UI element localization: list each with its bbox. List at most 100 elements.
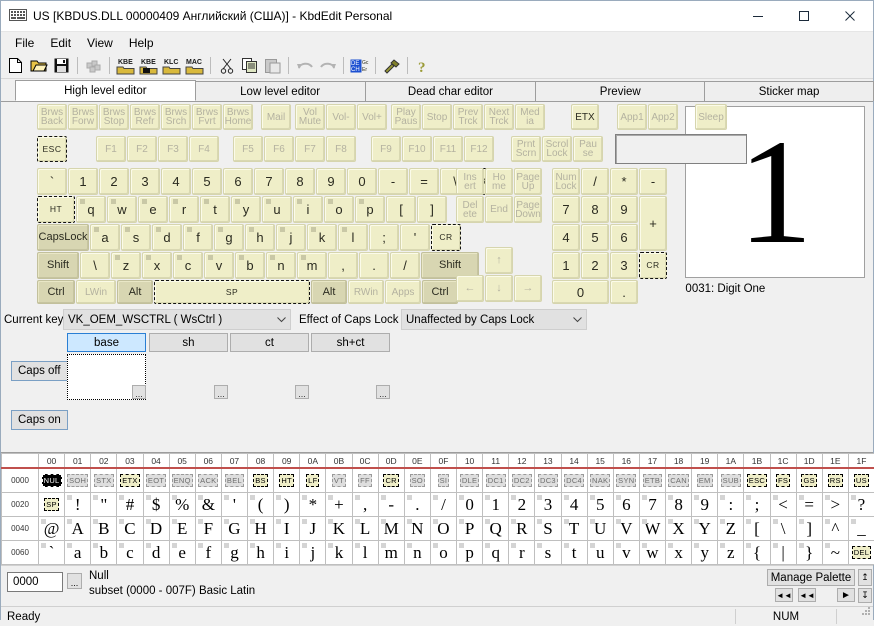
slot-browse-sh-ct[interactable]: ...: [376, 385, 390, 399]
charmap-cell[interactable]: O: [430, 517, 456, 541]
charmap-cell[interactable]: SO: [404, 468, 430, 493]
key-[interactable]: ;: [369, 224, 399, 251]
charmap-cell[interactable]: DC1: [483, 468, 509, 493]
charmap-cell[interactable]: SI: [430, 468, 456, 493]
charmap-cell[interactable]: N: [404, 517, 430, 541]
tab-preview[interactable]: Preview: [535, 81, 705, 101]
slot-browse-ct[interactable]: ...: [295, 385, 309, 399]
charmap-cell[interactable]: ESC: [744, 468, 770, 493]
key-[interactable]: ←: [456, 275, 484, 302]
key-8[interactable]: 8: [285, 168, 315, 195]
key-[interactable]: *: [610, 168, 638, 195]
key-c[interactable]: c: [173, 252, 203, 279]
key-5[interactable]: 5: [192, 168, 222, 195]
charmap-cell[interactable]: K: [326, 517, 352, 541]
charmap-cell[interactable]: >: [822, 493, 848, 517]
key-b[interactable]: b: [235, 252, 265, 279]
key-f8[interactable]: F8: [326, 136, 356, 162]
charmap-cell[interactable]: ETB: [639, 468, 665, 493]
charmap-cell[interactable]: x: [666, 541, 692, 565]
key-[interactable]: .: [610, 280, 638, 304]
key-[interactable]: [: [386, 196, 416, 223]
key-num[interactable]: NumLock: [552, 168, 580, 195]
new-file-icon[interactable]: [4, 55, 27, 77]
key-f7[interactable]: F7: [295, 136, 325, 162]
charmap-cell[interactable]: $: [143, 493, 169, 517]
charmap-cell[interactable]: @: [39, 517, 65, 541]
charmap-cell[interactable]: U: [587, 517, 613, 541]
charmap-cell[interactable]: SP: [39, 493, 65, 517]
kbe-save-icon[interactable]: KBE: [137, 55, 160, 77]
key-[interactable]: ↓: [485, 275, 513, 302]
key-ctrl[interactable]: Ctrl: [37, 280, 75, 304]
charmap-cell[interactable]: -: [378, 493, 404, 517]
key-[interactable]: +: [639, 196, 667, 251]
key-v[interactable]: v: [204, 252, 234, 279]
charmap-cell[interactable]: M: [378, 517, 404, 541]
charmap-cell[interactable]: :: [718, 493, 744, 517]
charmap-cell[interactable]: SYN: [613, 468, 639, 493]
key-[interactable]: `: [37, 168, 67, 195]
charmap-cell[interactable]: ~: [822, 541, 848, 565]
charmap-cell[interactable]: |: [770, 541, 796, 565]
charmap-cell[interactable]: LF: [300, 468, 326, 493]
manage-palette-button[interactable]: Manage Palette: [767, 569, 855, 586]
key-scrol[interactable]: ScrolLock: [542, 136, 572, 162]
charmap-cell[interactable]: W: [639, 517, 665, 541]
charmap-cell[interactable]: NUL: [39, 468, 65, 493]
charmap-cell[interactable]: d: [143, 541, 169, 565]
key-prev[interactable]: PrevTrck: [453, 104, 483, 130]
charmap-cell[interactable]: SOH: [65, 468, 91, 493]
key-alt[interactable]: Alt: [117, 280, 153, 304]
open-file-icon[interactable]: [27, 55, 50, 77]
charmap-cell[interactable]: /: [430, 493, 456, 517]
slot-browse-base[interactable]: ...: [132, 385, 146, 399]
shift-state-sh[interactable]: sh: [149, 333, 228, 352]
key-f4[interactable]: F4: [189, 136, 219, 162]
key-brws[interactable]: BrwsHome: [223, 104, 253, 130]
charmap-cell[interactable]: DC2: [509, 468, 535, 493]
shift-state-ct[interactable]: ct: [230, 333, 309, 352]
charmap-cell[interactable]: z: [718, 541, 744, 565]
charmap-cell[interactable]: DC4: [561, 468, 587, 493]
key-3[interactable]: 3: [610, 252, 638, 279]
key-6[interactable]: 6: [223, 168, 253, 195]
key-app1[interactable]: App1: [617, 104, 647, 130]
charmap-cell[interactable]: (: [248, 493, 274, 517]
charmap-cell[interactable]: RS: [822, 468, 848, 493]
key-f2[interactable]: F2: [127, 136, 157, 162]
charmap-cell[interactable]: ?: [848, 493, 874, 517]
charmap-cell[interactable]: Y: [692, 517, 718, 541]
charmap-cell[interactable]: DC3: [535, 468, 561, 493]
key-ht[interactable]: HT: [37, 196, 75, 223]
charmap-cell[interactable]: C: [117, 517, 143, 541]
key-7[interactable]: 7: [254, 168, 284, 195]
key-l[interactable]: l: [338, 224, 368, 251]
key-6[interactable]: 6: [610, 224, 638, 251]
key-f[interactable]: f: [183, 224, 213, 251]
charmap-cell[interactable]: `: [39, 541, 65, 565]
charmap-cell[interactable]: h: [248, 541, 274, 565]
charmap-cell[interactable]: +: [326, 493, 352, 517]
charmap-cell[interactable]: F: [195, 517, 221, 541]
charmap-cell[interactable]: BS: [248, 468, 274, 493]
key-brws[interactable]: BrwsForw: [68, 104, 98, 130]
key-[interactable]: →: [514, 275, 542, 302]
charmap-cell[interactable]: k: [326, 541, 352, 565]
menu-edit[interactable]: Edit: [42, 34, 79, 52]
tab-low-level-editor[interactable]: Low level editor: [195, 81, 366, 101]
kbe-open-icon[interactable]: KBE: [114, 55, 137, 77]
charmap-cell[interactable]: ETX: [117, 468, 143, 493]
charmap-cell[interactable]: Q: [483, 517, 509, 541]
code-point-input[interactable]: 0000: [7, 572, 63, 592]
key-1[interactable]: 1: [68, 168, 98, 195]
key-y[interactable]: y: [231, 196, 261, 223]
charmap-cell[interactable]: {: [744, 541, 770, 565]
cut-icon[interactable]: [215, 55, 238, 77]
charmap-cell[interactable]: P: [457, 517, 483, 541]
key-f5[interactable]: F5: [233, 136, 263, 162]
charmap-cell[interactable]: f: [195, 541, 221, 565]
charmap-cell[interactable]: 9: [692, 493, 718, 517]
charmap-cell[interactable]: b: [91, 541, 117, 565]
key-play[interactable]: PlayPaus: [391, 104, 421, 130]
